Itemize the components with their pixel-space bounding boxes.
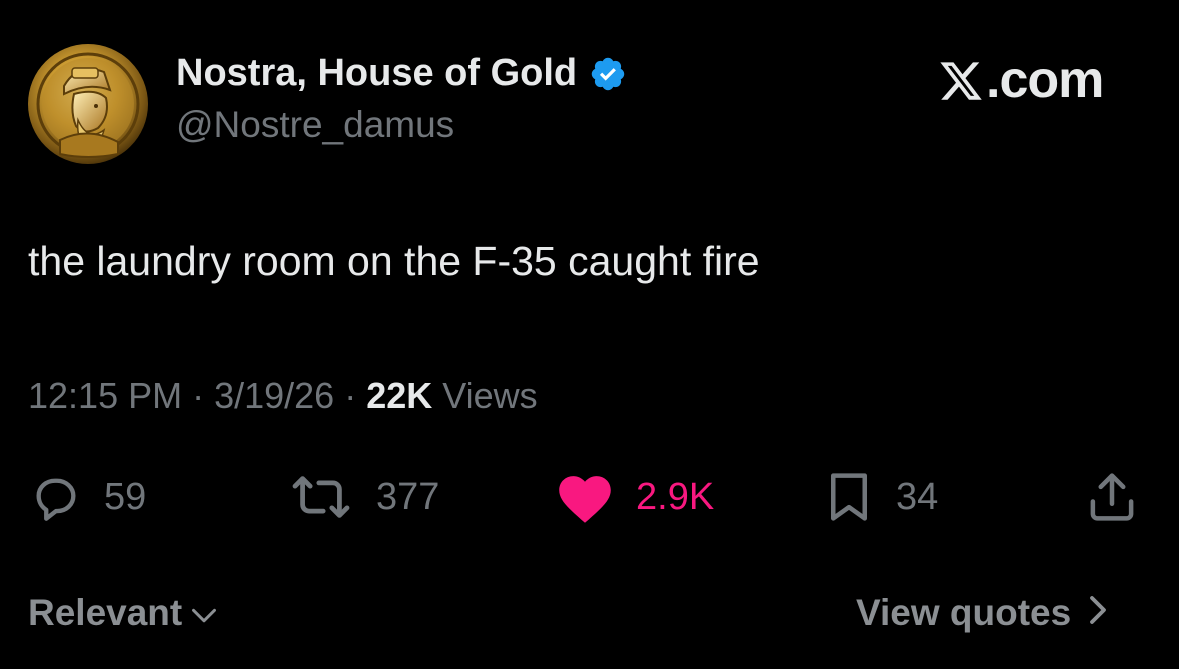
verified-badge-icon <box>589 55 627 93</box>
tweet-text: the laundry room on the F-35 caught fire <box>28 238 760 284</box>
sort-label: Relevant <box>28 592 183 633</box>
heart-icon <box>559 476 611 523</box>
views-label: Views <box>432 375 538 416</box>
bookmark-icon <box>831 473 867 521</box>
gold-coin-portrait-icon <box>26 42 150 166</box>
bookmark-count: 34 <box>896 475 939 518</box>
meta-separator: · <box>334 375 367 416</box>
share-button[interactable] <box>1084 470 1140 524</box>
meta-separator: · <box>182 375 215 416</box>
author-handle[interactable]: @Nostre_damus <box>176 104 454 146</box>
x-logo-icon <box>938 57 984 103</box>
view-quotes-link[interactable]: View quotes <box>856 592 1107 634</box>
bookmark-button[interactable]: 34 <box>822 470 938 524</box>
chevron-right-icon <box>1089 592 1107 634</box>
site-brand-text: .com <box>986 51 1104 109</box>
repost-button[interactable]: 377 <box>286 470 439 524</box>
tweet-date[interactable]: 3/19/26 <box>214 375 334 416</box>
views-count: 22K <box>366 375 433 416</box>
repost-icon <box>292 476 350 518</box>
tweet-meta: 12:15 PM · 3/19/26 · 22K Views <box>28 375 538 417</box>
site-brand: .com <box>938 50 1104 110</box>
repost-count: 377 <box>376 475 440 518</box>
display-name-text: Nostra, House of Gold <box>176 52 578 94</box>
like-count: 2.9K <box>636 475 715 518</box>
reply-button[interactable]: 59 <box>28 470 146 524</box>
reply-icon <box>36 478 76 521</box>
avatar[interactable] <box>26 42 150 166</box>
sort-replies-dropdown[interactable]: Relevant <box>28 592 218 634</box>
author-display-name[interactable]: Nostra, House of Gold <box>176 52 627 95</box>
tweet-time[interactable]: 12:15 PM <box>28 375 182 416</box>
view-quotes-label: View quotes <box>856 592 1072 633</box>
like-button[interactable]: 2.9K <box>554 470 714 524</box>
chevron-down-icon <box>190 592 218 634</box>
reply-count: 59 <box>104 475 147 518</box>
share-icon <box>1090 473 1134 521</box>
